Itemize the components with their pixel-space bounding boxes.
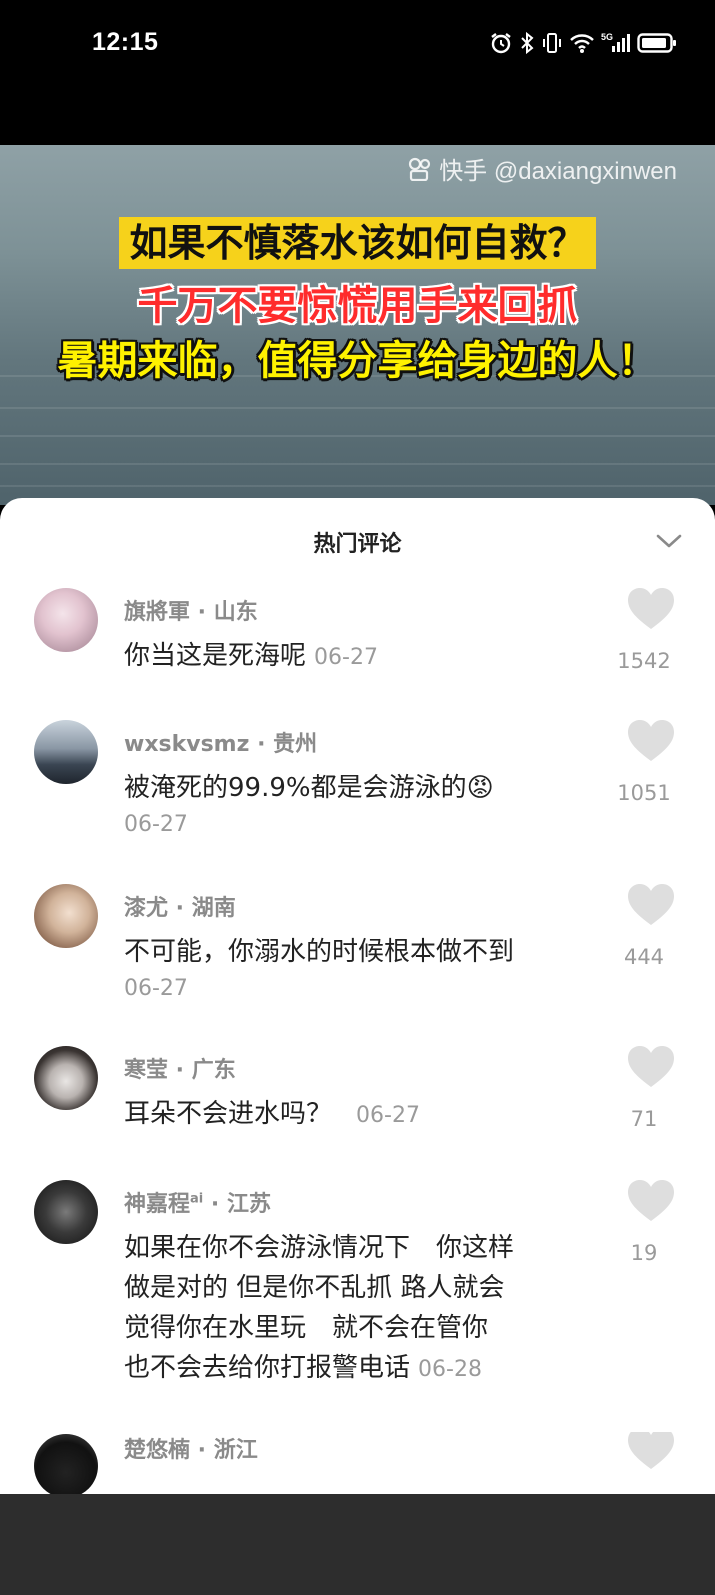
status-time: 12:15 [92, 28, 159, 56]
comment-date: 06-27 [124, 812, 188, 837]
heart-icon [628, 1046, 674, 1087]
like-count: 19 [630, 1241, 658, 1265]
heart-icon [628, 1432, 674, 1469]
comment-username[interactable]: 旗將軍 · 山东 [124, 594, 258, 626]
avatar[interactable] [34, 884, 98, 948]
watermark-text: 快手 @daxiangxinwen [439, 158, 677, 185]
video-player[interactable]: 快手 @daxiangxinwen 如果不慎落水该如何自救？ 千万不要惊慌用手来… [0, 145, 715, 505]
like-button[interactable] [625, 718, 677, 764]
comment-item: wxskvsmz · 贵州 被淹死的99.9%都是会游泳的😡 06-27 1051 [0, 718, 715, 868]
comment-username[interactable]: 神嘉程ai · 江苏 [124, 1186, 271, 1218]
comment-item: 楚悠楠 · 浙江 [0, 1432, 715, 1494]
like-button[interactable] [625, 1432, 677, 1472]
comment-text: 不可能，你溺水的时候根本做不到 06-27 [124, 932, 604, 1006]
video-caption-line1: 如果不慎落水该如何自救？ [0, 217, 715, 269]
comment-text: 耳朵不会进水吗？ 06-27 [124, 1099, 420, 1129]
heart-icon [628, 588, 674, 629]
comment-item: 神嘉程ai · 江苏 如果在你不会游泳情况下 你这样 做是对的 但是你不乱抓 路… [0, 1178, 715, 1418]
comment-username[interactable]: 寒莹 · 广东 [124, 1052, 236, 1084]
comment-username[interactable]: 楚悠楠 · 浙江 [124, 1432, 258, 1464]
alarm-icon [491, 33, 511, 54]
heart-icon [628, 884, 674, 925]
like-count: 1051 [617, 781, 671, 805]
comment-date: 06-28 [418, 1357, 482, 1382]
vibrate-icon [543, 33, 561, 53]
status-icons: 5G [489, 28, 677, 58]
comment-text: 你当这是死海呢 06-27 [124, 641, 378, 671]
comment-item: 寒莹 · 广东 耳朵不会进水吗？ 06-27 71 [0, 1044, 715, 1166]
video-caption-line2: 千万不要惊慌用手来回抓 [137, 283, 578, 329]
avatar[interactable] [34, 588, 98, 652]
comment-date: 06-27 [314, 645, 378, 670]
status-bar: 12:15 5G [0, 0, 715, 145]
like-button[interactable] [625, 882, 677, 928]
chevron-down-icon[interactable] [653, 528, 685, 554]
comment-text: 如果在你不会游泳情况下 你这样 做是对的 但是你不乱抓 路人就会 觉得你在水里玩… [124, 1233, 515, 1383]
svg-text:5G: 5G [601, 32, 613, 42]
avatar[interactable] [34, 1434, 98, 1494]
comments-panel: 热门评论 旗將軍 · 山东 你当这是死海呢 06-27 1542 wxskvsmz… [0, 498, 715, 1494]
comment-date: 06-27 [124, 976, 188, 1001]
avatar[interactable] [34, 720, 98, 784]
wifi-icon [570, 34, 594, 53]
comments-title: 热门评论 [313, 532, 402, 557]
watermark: 快手 @daxiangxinwen [407, 151, 677, 186]
comment-item: 旗將軍 · 山东 你当这是死海呢 06-27 1542 [0, 586, 715, 708]
comment-text: 被淹死的99.9%都是会游泳的😡 06-27 [124, 768, 604, 842]
comment-username[interactable]: wxskvsmz · 贵州 [124, 726, 317, 758]
comment-item: 漆尤 · 湖南 不可能，你溺水的时候根本做不到 06-27 444 [0, 882, 715, 1032]
heart-icon [628, 720, 674, 761]
like-button[interactable] [625, 586, 677, 632]
comment-username[interactable]: 漆尤 · 湖南 [124, 890, 236, 922]
bluetooth-icon [521, 31, 534, 55]
bottom-bar [0, 1494, 715, 1595]
heart-icon [628, 1180, 674, 1221]
like-count: 1542 [617, 649, 671, 673]
like-button[interactable] [625, 1044, 677, 1090]
avatar[interactable] [34, 1180, 98, 1244]
kuaishou-logo-icon [409, 157, 431, 181]
signal-5g-icon: 5G [601, 32, 630, 52]
comment-date: 06-27 [356, 1103, 420, 1128]
avatar[interactable] [34, 1046, 98, 1110]
like-button[interactable] [625, 1178, 677, 1224]
video-caption-line3: 暑期来临，值得分享给身边的人！ [57, 338, 658, 384]
comments-header: 热门评论 [0, 498, 715, 588]
like-count: 71 [630, 1107, 658, 1131]
battery-icon [637, 33, 676, 53]
like-count: 444 [623, 945, 665, 969]
